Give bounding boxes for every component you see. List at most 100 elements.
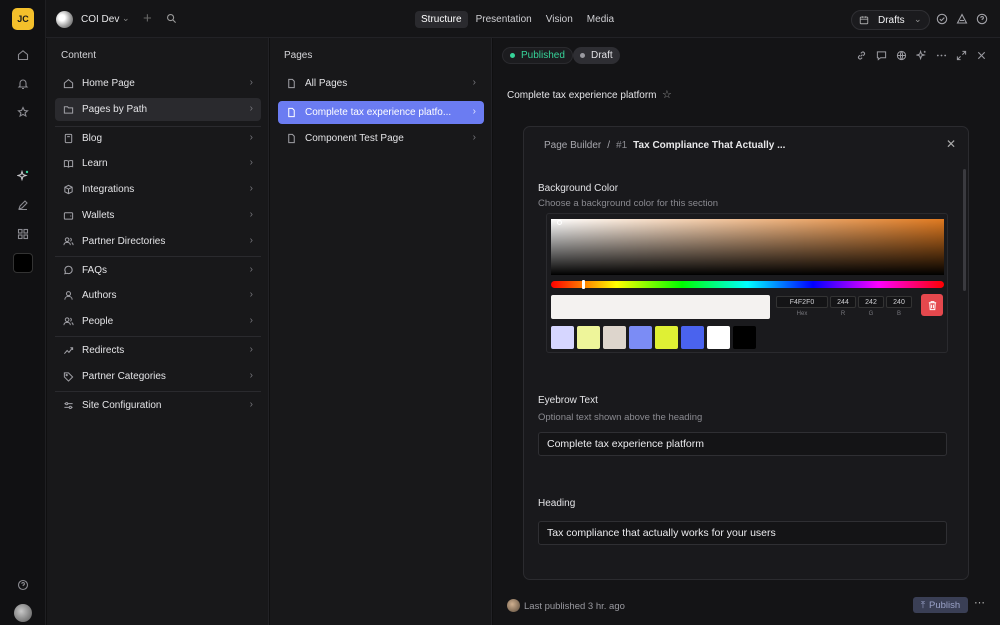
color-preview	[551, 295, 770, 319]
chevron-right-icon: ›	[249, 209, 253, 220]
nav-authors[interactable]: Authors ›	[55, 284, 261, 307]
star-icon[interactable]: ☆	[662, 88, 672, 101]
hex-input[interactable]: F4F2F0	[776, 296, 828, 308]
book-icon	[62, 133, 74, 145]
nav-label: Authors	[82, 290, 117, 301]
g-input[interactable]: 242	[858, 296, 884, 308]
help-icon[interactable]	[976, 13, 988, 25]
saturation-handle[interactable]	[557, 220, 562, 225]
top-bar: COI Dev ⌄ + Structure Presentation Visio…	[46, 0, 1000, 38]
color-swatch[interactable]	[577, 326, 600, 349]
nav-label: Partner Categories	[82, 371, 166, 382]
close-icon[interactable]	[976, 50, 987, 61]
tab-structure[interactable]: Structure	[415, 11, 468, 28]
nav-label: Learn	[82, 158, 108, 169]
workspace-avatar[interactable]: JC	[12, 8, 34, 30]
breadcrumb: Page Builder / #1 Tax Compliance That Ac…	[544, 140, 785, 151]
tab-media[interactable]: Media	[581, 11, 620, 28]
drafts-dropdown[interactable]: Drafts ⌄	[851, 10, 930, 30]
chevron-right-icon: ›	[472, 77, 476, 88]
nav-partner-categories[interactable]: Partner Categories ›	[55, 365, 261, 388]
home-icon[interactable]	[14, 46, 32, 64]
nav-integrations[interactable]: Integrations ›	[55, 178, 261, 201]
color-swatch[interactable]	[551, 326, 574, 349]
nav-label: Site Configuration	[82, 400, 162, 411]
page-item-all-pages[interactable]: All Pages ›	[278, 72, 484, 95]
more-icon[interactable]: ⋯	[974, 596, 985, 609]
link-icon[interactable]	[856, 50, 867, 61]
users-icon	[62, 316, 74, 328]
chevron-down-icon[interactable]: ⌄	[122, 13, 130, 24]
color-swatch[interactable]	[681, 326, 704, 349]
avatar	[507, 599, 520, 612]
nav-pages-by-path[interactable]: Pages by Path ›	[55, 98, 261, 121]
eyebrow-input[interactable]: Complete tax experience platform	[538, 432, 947, 456]
color-swatch[interactable]	[655, 326, 678, 349]
scrollbar[interactable]	[963, 169, 966, 291]
color-swatch[interactable]	[603, 326, 626, 349]
heading-input[interactable]: Tax compliance that actually works for y…	[538, 521, 947, 545]
bell-icon[interactable]	[14, 75, 32, 93]
plus-icon[interactable]: +	[143, 10, 152, 27]
color-swatch[interactable]	[733, 326, 756, 349]
close-icon[interactable]: ✕	[946, 137, 956, 151]
color-swatch[interactable]	[629, 326, 652, 349]
saturation-area[interactable]	[551, 219, 944, 275]
document-icon	[285, 133, 297, 145]
tab-presentation[interactable]: Presentation	[470, 11, 538, 28]
check-circle-icon[interactable]	[936, 13, 948, 25]
panel-title: Content	[61, 50, 97, 61]
field-description: Optional text shown above the heading	[538, 412, 703, 423]
breadcrumb-root[interactable]: Page Builder	[544, 140, 601, 151]
hue-handle[interactable]	[582, 280, 585, 289]
star-icon[interactable]	[14, 103, 32, 121]
color-swatch-button[interactable]	[13, 253, 33, 273]
wallet-icon	[62, 210, 74, 222]
field-label: Background Color	[538, 183, 619, 194]
pen-icon[interactable]	[14, 196, 32, 214]
nav-blog[interactable]: Blog ›	[55, 127, 261, 150]
view-tabs: Structure Presentation Vision Media	[415, 11, 620, 28]
more-icon[interactable]	[936, 50, 947, 61]
color-swatch[interactable]	[707, 326, 730, 349]
grid-icon[interactable]	[14, 225, 32, 243]
nav-site-configuration[interactable]: Site Configuration ›	[55, 394, 261, 417]
page-item-complete-tax[interactable]: Complete tax experience platfo... ›	[278, 101, 484, 124]
expand-icon[interactable]	[956, 50, 967, 61]
published-label: Published	[521, 50, 565, 61]
tools-icon[interactable]	[956, 13, 968, 25]
hue-slider[interactable]	[551, 280, 944, 289]
sliders-icon	[62, 400, 74, 412]
nav-wallets[interactable]: Wallets ›	[55, 204, 261, 227]
nav-redirects[interactable]: Redirects ›	[55, 339, 261, 362]
sparkle-icon[interactable]	[915, 49, 927, 61]
nav-people[interactable]: People ›	[55, 310, 261, 333]
nav-partner-directories[interactable]: Partner Directories ›	[55, 230, 261, 253]
divider	[55, 336, 261, 337]
published-badge[interactable]: Published	[502, 47, 573, 64]
nav-learn[interactable]: Learn ›	[55, 152, 261, 175]
r-input[interactable]: 244	[830, 296, 856, 308]
trash-icon[interactable]	[921, 294, 943, 316]
workspace-logo[interactable]	[56, 11, 73, 28]
nav-label: People	[82, 316, 114, 327]
user-avatar[interactable]	[14, 604, 32, 622]
chevron-right-icon: ›	[249, 289, 253, 300]
divider	[55, 256, 261, 257]
page-label: All Pages	[305, 78, 348, 89]
workspace-name[interactable]: COI Dev	[81, 14, 119, 25]
help-icon[interactable]	[14, 576, 32, 594]
publish-button[interactable]: ⤒ Publish	[913, 597, 968, 613]
field-label: Eyebrow Text	[538, 395, 598, 406]
tab-vision[interactable]: Vision	[540, 11, 579, 28]
nav-home-page[interactable]: Home Page ›	[55, 72, 261, 95]
draft-badge[interactable]: Draft	[573, 47, 620, 64]
globe-icon[interactable]	[896, 50, 907, 61]
page-item-component-test[interactable]: Component Test Page ›	[278, 127, 484, 150]
comment-icon[interactable]	[876, 50, 887, 61]
nav-faqs[interactable]: FAQs ›	[55, 259, 261, 282]
search-icon[interactable]	[166, 13, 178, 25]
b-input[interactable]: 240	[886, 296, 912, 308]
sparkle-icon[interactable]	[14, 167, 32, 185]
field-label: Heading	[538, 498, 576, 509]
